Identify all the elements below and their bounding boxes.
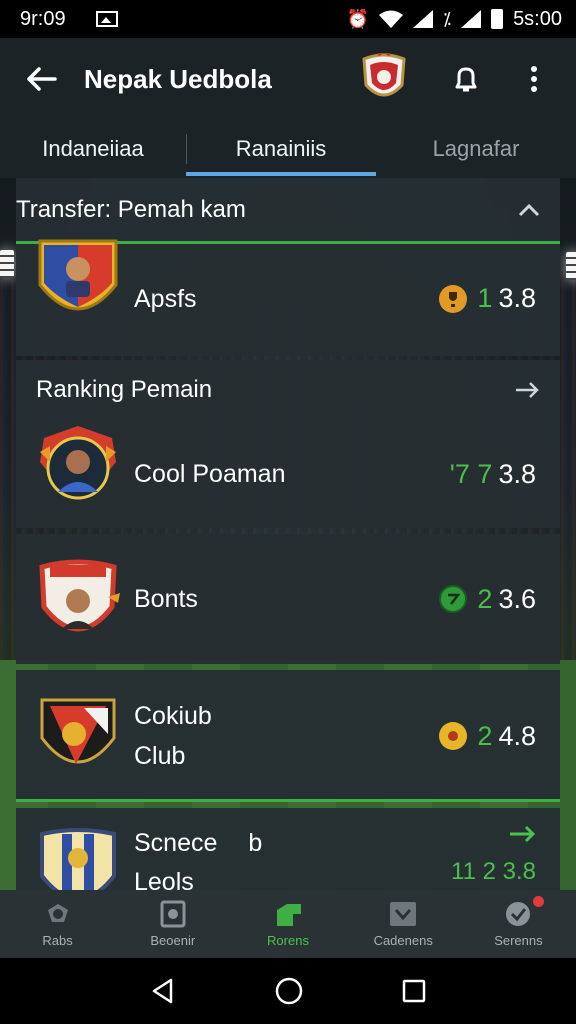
transfer-player-name: Apsfs (134, 284, 197, 313)
notification-button[interactable] (434, 38, 498, 120)
club-logo-icon (362, 53, 406, 97)
signal-icon (412, 10, 433, 28)
ranking-player-name: Cool Poaman (134, 460, 286, 488)
ranking-card: Ranking Pemain Cool Poaman '7 7 3.8 (16, 360, 560, 528)
club-name-suffix: b (248, 829, 263, 857)
card-icon (390, 902, 417, 926)
transfer-section-title: Transfer: Pemah kam (16, 195, 246, 223)
ranking-card-bonts[interactable]: Bonts 2 3.6 (16, 534, 560, 664)
arrow-right-icon (516, 382, 539, 398)
tab-divider (186, 134, 187, 164)
system-home-icon[interactable] (274, 976, 304, 1006)
nav-item-rorens[interactable]: Rorens (230, 890, 345, 958)
ranking-stat: 2 3.6 (439, 584, 536, 615)
wifi-icon (378, 10, 403, 28)
ranking-stat: 2 4.8 (439, 721, 536, 752)
page-title: Nepak Uedbola (84, 63, 272, 94)
bottom-navigation: Rabs Beoenir Rorens Cadenens Serenns (0, 890, 576, 958)
nav-item-rabs[interactable]: Rabs (0, 890, 115, 958)
floodlight-right (566, 252, 576, 280)
ranking-club-name: Cokiub Club (134, 702, 212, 770)
profile-icon (506, 902, 531, 926)
ranking-section-title: Ranking Pemain (36, 376, 213, 403)
ranking-card-cokiub[interactable]: Cokiub Club 2 4.8 (16, 670, 560, 802)
player-badge-icon (40, 426, 116, 500)
notification-dot (533, 896, 545, 907)
system-back-icon[interactable] (149, 977, 177, 1005)
club-badge-icon (38, 239, 118, 310)
ranking-player-name: Bonts (134, 585, 198, 613)
trophy-icon (439, 284, 468, 313)
ranking-stat: '7 7 3.8 (449, 458, 536, 489)
status-clock: 5s:00 (513, 7, 562, 30)
transfer-stat: 1 3.8 (439, 283, 536, 314)
club-card[interactable]: Scnece b Leols 11 2 3.8 (16, 808, 560, 890)
medal-icon (439, 722, 468, 750)
tab-bar: Indaneiiaa Ranainiis Lagnafar (0, 120, 576, 178)
ranking-row[interactable]: Cool Poaman '7 7 3.8 (16, 420, 560, 528)
app-root: 9r:09 ⏰ ⁒ 5s:00 Nepak Uedbola Indaneiiaa… (0, 0, 576, 1024)
player-badge-icon (39, 559, 120, 632)
more-options-button[interactable] (498, 38, 570, 120)
arrow-right-icon (510, 825, 536, 843)
club-name-block: Scnece b Leols (134, 824, 262, 890)
image-notification-icon (96, 11, 118, 27)
nav-item-serenns[interactable]: Serenns (461, 890, 576, 958)
club-badge-icon (40, 698, 116, 764)
back-button[interactable] (0, 38, 84, 120)
status-time: 9r:09 (20, 7, 66, 30)
club-subname: Leols (134, 868, 194, 890)
tab-ranainiis[interactable]: Ranainiis (186, 120, 376, 178)
tab-indaneiiaa[interactable]: Indaneiiaa (0, 120, 186, 178)
back-arrow-icon (27, 67, 57, 91)
chart-icon (277, 904, 301, 926)
battery-icon (491, 9, 504, 29)
transfer-section-header[interactable]: Transfer: Pemah kam (16, 178, 560, 244)
club-name: Scnece (134, 829, 218, 857)
nav-item-cadenens[interactable]: Cadenens (346, 890, 461, 958)
chevron-up-icon (518, 203, 540, 216)
more-vertical-icon (531, 66, 537, 92)
floodlight-left (0, 250, 14, 278)
ball-icon (47, 904, 68, 922)
nav-item-beoenir[interactable]: Beoenir (115, 890, 230, 958)
system-navigation-bar (0, 958, 576, 1024)
transfer-card: Transfer: Pemah kam Apsfs 1 3.8 (16, 178, 560, 356)
app-bar: Nepak Uedbola (0, 38, 576, 120)
news-icon (160, 900, 186, 928)
status-bar: 9r:09 ⏰ ⁒ 5s:00 (0, 0, 576, 38)
club-stat: 11 2 3.8 (451, 858, 536, 885)
tab-lagnafar[interactable]: Lagnafar (376, 120, 576, 178)
club-badge-icon (40, 828, 116, 890)
alarm-icon: ⏰ (346, 8, 369, 29)
bell-icon (455, 67, 477, 92)
ranking-section-header[interactable]: Ranking Pemain (16, 360, 560, 420)
transfer-row[interactable]: Apsfs 1 3.8 (16, 239, 560, 353)
data-icon: ⁒ (442, 8, 452, 29)
signal-icon-2 (461, 10, 482, 28)
play-icon (439, 585, 468, 613)
system-recents-icon[interactable] (401, 978, 427, 1004)
